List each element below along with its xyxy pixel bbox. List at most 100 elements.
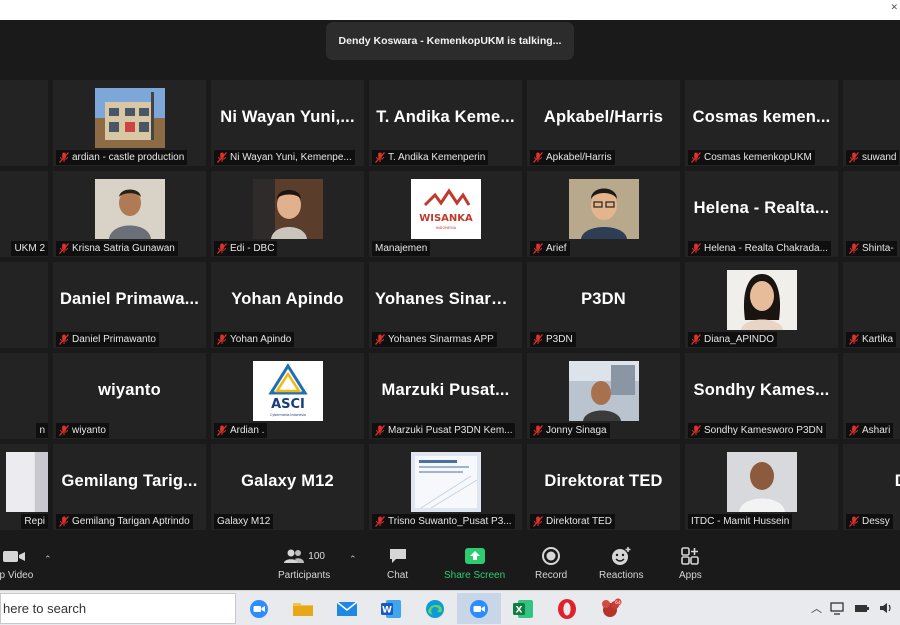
- participants-button[interactable]: 100 Participants: [278, 544, 330, 581]
- reactions-button[interactable]: Reactions: [599, 544, 643, 581]
- participant-name-text: Helena - Realta Chakrada...: [704, 243, 828, 254]
- participant-tile[interactable]: Marzuki Pusat... Marzuki Pusat P3DN Kem..…: [369, 353, 522, 439]
- participant-name-label: Galaxy M12: [214, 514, 274, 529]
- app-badge-icon[interactable]: 64: [589, 593, 633, 624]
- participant-tile[interactable]: Sondhy Kames... Sondhy Kamesworo P3DN: [685, 353, 838, 439]
- chat-button[interactable]: Chat: [387, 544, 408, 581]
- participant-name-text: Edi - DBC: [230, 243, 275, 254]
- participant-tile[interactable]: Helena - Realta... Helena - Realta Chakra…: [685, 171, 838, 257]
- participant-name-text: Repi: [24, 516, 45, 527]
- participant-name-text: UKM 2: [14, 243, 45, 254]
- participant-tile[interactable]: ITDC - Mamit Hussein: [685, 444, 838, 530]
- edge-icon[interactable]: [413, 593, 457, 624]
- participant-tile[interactable]: n De... UKM 2: [0, 171, 48, 257]
- participant-name-text: T. Andika Kemenperin: [388, 152, 486, 163]
- microphone-muted-icon: [533, 152, 543, 163]
- chat-bubble-icon: [388, 544, 408, 568]
- svg-text:ASCI: ASCI: [271, 397, 305, 412]
- taskbar-search-box[interactable]: here to search: [0, 593, 236, 624]
- participant-display-name: wiyanto: [98, 381, 161, 399]
- participant-name-text: Krisna Satria Gunawan: [72, 243, 175, 254]
- participant-tile[interactable]: Cosmas kemen... Cosmas kemenkopUKM: [685, 80, 838, 166]
- record-button[interactable]: Record: [535, 544, 567, 581]
- participant-tile[interactable]: Repi: [0, 444, 48, 530]
- participant-display-name: Daniel Primawa...: [59, 290, 200, 308]
- participant-name-text: Shinta-: [862, 243, 894, 254]
- microphone-muted-icon: [217, 425, 227, 436]
- participant-tile[interactable]: Jonny Sinaga: [527, 353, 680, 439]
- participant-tile[interactable]: ASCI Cybermedia Indonesia Ardian .: [211, 353, 364, 439]
- word-icon[interactable]: W: [369, 593, 413, 624]
- participant-tile[interactable]: Edi - DBC: [211, 171, 364, 257]
- participant-display-name: Helena - Realta...: [693, 199, 830, 217]
- participant-tile[interactable]: T. Andika Keme... T. Andika Kemenperin: [369, 80, 522, 166]
- folder-icon[interactable]: [281, 593, 325, 624]
- close-icon[interactable]: ✕: [890, 2, 898, 13]
- participant-name-text: Jonny Sinaga: [546, 425, 607, 436]
- participant-tile[interactable]: Ashari: [843, 353, 900, 439]
- active-speaker-banner: Dendy Koswara - KemenkopUKM is talking..…: [326, 22, 574, 60]
- excel-icon[interactable]: X: [501, 593, 545, 624]
- man-outdoor-portrait: [569, 361, 639, 421]
- mail-icon[interactable]: [325, 593, 369, 624]
- participant-name-text: Yohanes Sinarmas APP: [388, 334, 494, 345]
- bald-man-portrait: [727, 452, 797, 512]
- participant-tile[interactable]: K Kartika: [843, 262, 900, 348]
- participant-tile[interactable]: Diana_APINDO: [685, 262, 838, 348]
- participant-tile[interactable]: uction n: [0, 353, 48, 439]
- microphone-muted-icon: [849, 243, 859, 254]
- participants-options-caret-icon[interactable]: ⌃: [349, 554, 357, 565]
- participant-tile[interactable]: Shin Shinta-: [843, 171, 900, 257]
- participant-display-name: T. Andika Keme...: [376, 108, 515, 126]
- zoom-icon[interactable]: [237, 593, 281, 624]
- participant-tile[interactable]: wiyanto wiyanto: [53, 353, 206, 439]
- chat-label: Chat: [387, 570, 409, 581]
- microphone-muted-icon: [849, 334, 859, 345]
- tray-chevron-up-icon[interactable]: ︿: [811, 600, 822, 616]
- participant-tile[interactable]: Yohan Apindo Yohan Apindo: [211, 262, 364, 348]
- participant-tile[interactable]: Trisno Suwanto_Pusat P3...: [369, 444, 522, 530]
- battery-icon[interactable]: [854, 602, 870, 614]
- participant-name-label: Cosmas kemenkopUKM: [688, 150, 815, 165]
- participant-tile[interactable]: Arief: [527, 171, 680, 257]
- apps-button[interactable]: Apps: [679, 544, 702, 581]
- participant-name-label: Daniel Primawanto: [56, 332, 159, 347]
- participant-name-label: Direktorat TED: [530, 514, 615, 529]
- participant-tile[interactable]: Galaxy M12 Galaxy M12: [211, 444, 364, 530]
- participant-name-text: Apkabel/Harris: [546, 152, 612, 163]
- participant-tile[interactable]: Dessy Dessy: [843, 444, 900, 530]
- participant-name-text: Ni Wayan Yuni, Kemenpe...: [230, 152, 352, 163]
- participant-name-label: Arief: [530, 241, 570, 256]
- participant-tile[interactable]: Direktorat TED Direktorat TED: [527, 444, 680, 530]
- participant-name-label: ITDC - Mamit Hussein: [688, 514, 793, 529]
- participant-name-label: Marzuki Pusat P3DN Kem...: [372, 423, 516, 438]
- participant-name-text: Ardian .: [230, 425, 265, 436]
- participant-tile[interactable]: Gemilang Tarig... Gemilang Tarigan Aptrin…: [53, 444, 206, 530]
- stop-video-button[interactable]: op Video: [0, 544, 33, 581]
- zoom-active-icon[interactable]: [457, 593, 501, 624]
- video-options-caret-icon[interactable]: ⌃: [44, 554, 52, 565]
- participant-tile[interactable]: Ni Wayan Yuni,... Ni Wayan Yuni, Kemenpe.…: [211, 80, 364, 166]
- participant-tile[interactable]: Apkabel/Harris Apkabel/Harris: [527, 80, 680, 166]
- participant-display-name: Shin: [843, 199, 900, 218]
- participant-tile[interactable]: n: [0, 80, 48, 166]
- participant-display-name: Yohanes Sinarm...: [375, 290, 521, 308]
- participant-tile[interactable]: Krisna Satria Gunawan: [53, 171, 206, 257]
- participant-tile[interactable]: Yohanes Sinarm... Yohanes Sinarmas APP: [369, 262, 522, 348]
- participant-name-text: Sondhy Kamesworo P3DN: [704, 425, 823, 436]
- participant-tile[interactable]: P3DN P3DN: [527, 262, 680, 348]
- network-icon[interactable]: [830, 601, 846, 615]
- volume-icon[interactable]: [878, 601, 894, 615]
- opera-icon[interactable]: [545, 593, 589, 624]
- participant-display-name: Gemilang Tarig...: [61, 472, 198, 490]
- participant-tile[interactable]: ardian - castle production: [53, 80, 206, 166]
- participant-tile[interactable]: Daniel Primawa... Daniel Primawanto: [53, 262, 206, 348]
- participant-count: 100: [308, 550, 325, 562]
- share-screen-button[interactable]: Share Screen: [444, 544, 505, 581]
- svg-text:64: 64: [615, 600, 621, 606]
- participant-tile[interactable]: WISANKA INDONESIA Manajemen: [369, 171, 522, 257]
- participant-name-text: suwand: [862, 152, 897, 163]
- asci-logo: ASCI Cybermedia Indonesia: [253, 361, 323, 421]
- participant-tile[interactable]: [0, 262, 48, 348]
- participant-tile[interactable]: s suwand: [843, 80, 900, 166]
